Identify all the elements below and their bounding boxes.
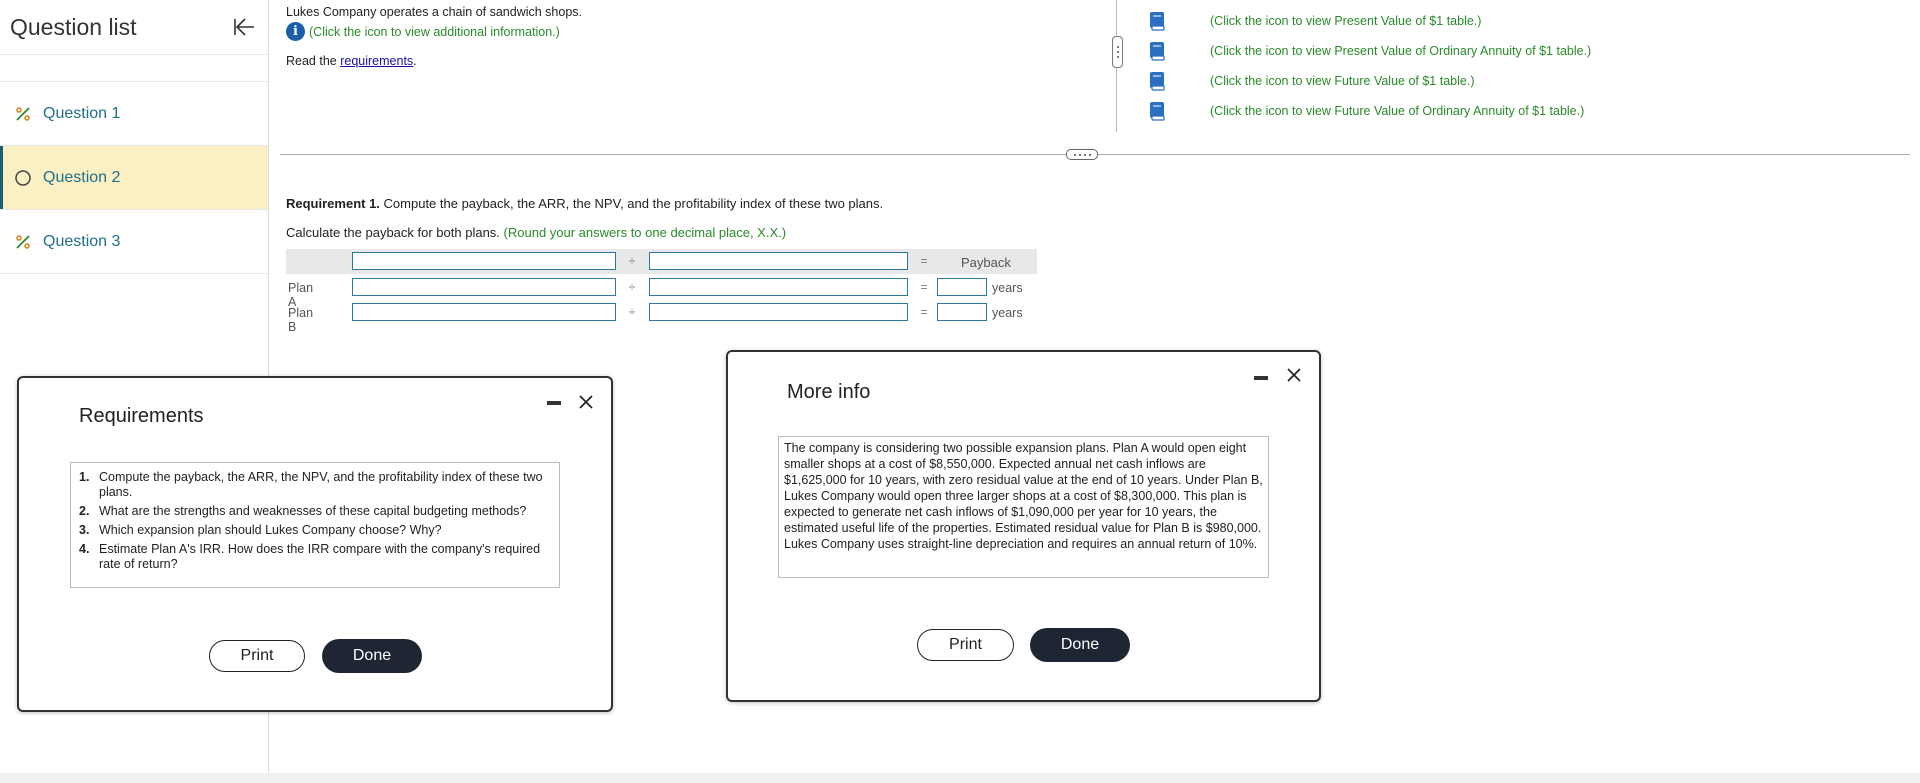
sidebar-item-label: Question 1 (43, 104, 121, 122)
book-icon[interactable] (1148, 101, 1166, 121)
minimize-icon[interactable] (1254, 376, 1268, 380)
sidebar-item-label: Question 2 (43, 168, 121, 186)
item-number: 1. (79, 470, 90, 484)
horizontal-resize-handle[interactable] (1066, 149, 1098, 160)
requirement-title: Requirement 1. Compute the payback, the … (286, 196, 883, 211)
print-button[interactable]: Print (917, 629, 1014, 661)
sidebar-header: Question list (0, 0, 268, 55)
minimize-icon[interactable] (547, 401, 561, 405)
book-icon[interactable] (1148, 41, 1166, 61)
divide-operator: ÷ (628, 254, 636, 268)
more-info-text: The company is considering two possible … (784, 441, 1263, 551)
table-link-row[interactable]: (Click the icon to view Future Value of … (1148, 96, 1591, 126)
table-link-row[interactable]: (Click the icon to view Present Value of… (1148, 36, 1591, 66)
calc-instruction: Calculate the payback for both plans. (R… (286, 225, 786, 240)
requirements-link[interactable]: requirements (340, 54, 413, 68)
calc-hint: (Round your answers to one decimal place… (503, 225, 787, 240)
more-info-text-box: The company is considering two possible … (778, 436, 1269, 578)
requirement-title-bold: Requirement 1. (286, 196, 380, 211)
payback-header: Payback (961, 255, 1011, 270)
table-link[interactable]: (Click the icon to view Future Value of … (1210, 74, 1474, 88)
equals-operator: = (920, 280, 928, 294)
plan-b-numerator-input[interactable] (352, 303, 616, 321)
read-requirements-line: Read the requirements. (286, 54, 417, 68)
requirements-list: 1. Compute the payback, the ARR, the NPV,… (79, 470, 551, 572)
requirements-dialog: Requirements 1. Compute the payback, the … (17, 376, 613, 712)
more-info-dialog: More info The company is considering two… (726, 350, 1321, 702)
unanswered-circle-icon (14, 169, 32, 187)
table-link[interactable]: (Click the icon to view Present Value of… (1210, 44, 1591, 58)
problem-intro: Lukes Company operates a chain of sandwi… (286, 5, 583, 19)
print-button[interactable]: Print (209, 640, 305, 672)
item-number: 4. (79, 542, 90, 556)
sidebar-item-label: Question 3 (43, 232, 121, 250)
item-text: Compute the payback, the ARR, the NPV, a… (99, 470, 543, 499)
done-button[interactable]: Done (1030, 628, 1130, 662)
reference-tables: (Click the icon to view Present Value of… (1148, 6, 1591, 126)
sidebar-item-question-3[interactable]: Question 3 (0, 210, 268, 274)
table-link-row[interactable]: (Click the icon to view Present Value of… (1148, 6, 1591, 36)
plan-b-label: Plan B (288, 306, 314, 334)
read-prefix: Read the (286, 54, 341, 68)
header-numerator-input[interactable] (352, 252, 616, 270)
bottom-bar (0, 773, 1920, 783)
plan-a-payback-input[interactable] (937, 278, 987, 296)
table-link[interactable]: (Click the icon to view Present Value of… (1210, 14, 1481, 28)
additional-info-row[interactable]: i (Click the icon to view additional inf… (286, 22, 560, 41)
table-link-row[interactable]: (Click the icon to view Future Value of … (1148, 66, 1591, 96)
divide-operator: ÷ (628, 280, 636, 294)
list-item: 4. Estimate Plan A's IRR. How does the IR… (79, 542, 551, 572)
plan-a-denominator-input[interactable] (649, 278, 908, 296)
item-number: 3. (79, 523, 90, 537)
requirement-title-rest: Compute the payback, the ARR, the NPV, a… (379, 196, 884, 211)
plan-a-numerator-input[interactable] (352, 278, 616, 296)
list-item: 1. Compute the payback, the ARR, the NPV,… (79, 470, 551, 500)
plan-a-label: Plan A (288, 281, 314, 309)
header-denominator-input[interactable] (649, 252, 908, 270)
table-link[interactable]: (Click the icon to view Future Value of … (1210, 104, 1584, 118)
equals-operator: = (920, 305, 928, 319)
sidebar-item-question-2[interactable]: Question 2 (0, 146, 268, 210)
book-icon[interactable] (1148, 71, 1166, 91)
read-suffix: . (413, 54, 417, 68)
divide-operator: ÷ (628, 305, 636, 319)
list-item: 3. Which expansion plan should Lukes Comp… (79, 523, 551, 538)
done-button[interactable]: Done (322, 639, 422, 673)
book-icon[interactable] (1148, 11, 1166, 31)
partial-credit-icon (14, 105, 32, 123)
plan-a-unit: years (992, 281, 1023, 295)
item-text: Estimate Plan A's IRR. How does the IRR … (99, 542, 541, 571)
requirements-dialog-title: Requirements (79, 405, 204, 427)
vertical-resize-handle[interactable] (1112, 36, 1123, 68)
plan-b-unit: years (992, 306, 1023, 320)
info-icon[interactable]: i (286, 22, 305, 41)
close-icon[interactable] (1285, 366, 1303, 384)
item-text: What are the strengths and weaknesses of… (99, 504, 527, 518)
calc-text: Calculate the payback for both plans. (286, 225, 504, 240)
sidebar-title: Question list (10, 13, 137, 40)
requirements-list-box: 1. Compute the payback, the ARR, the NPV,… (70, 462, 560, 588)
plan-b-denominator-input[interactable] (649, 303, 908, 321)
partial-credit-icon (14, 233, 32, 251)
sidebar-item-question-1[interactable]: Question 1 (0, 81, 268, 146)
close-icon[interactable] (577, 393, 595, 411)
plan-b-payback-input[interactable] (937, 303, 987, 321)
collapse-sidebar-icon[interactable] (230, 13, 258, 41)
item-text: Which expansion plan should Lukes Compan… (99, 523, 442, 537)
equals-operator: = (920, 254, 928, 268)
more-info-dialog-title: More info (787, 381, 871, 403)
item-number: 2. (79, 504, 90, 518)
list-item: 2. What are the strengths and weaknesses … (79, 504, 551, 519)
additional-info-link[interactable]: (Click the icon to view additional infor… (309, 25, 560, 39)
